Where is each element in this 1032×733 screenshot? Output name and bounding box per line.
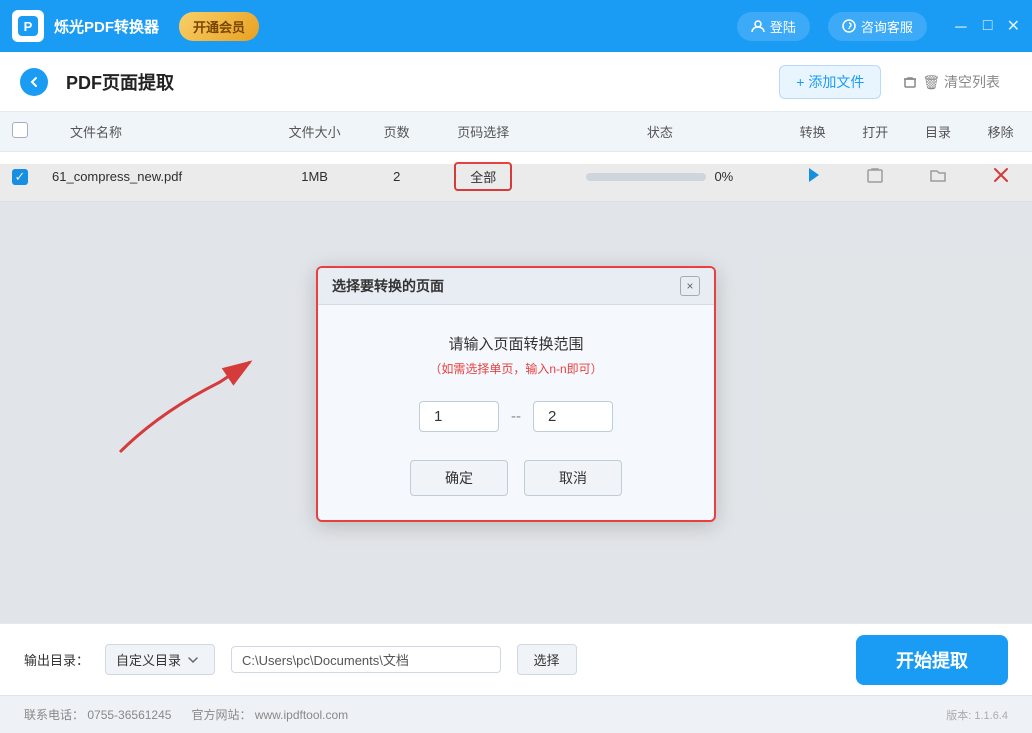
bottom-bar: 输出目录： 自定义目录 选择 开始提取	[0, 623, 1032, 695]
back-button[interactable]	[20, 68, 48, 96]
col-filename: 文件名称	[40, 112, 264, 152]
dialog-button-row: 确定 取消	[348, 460, 684, 496]
footer: 联系电话： 0755-36561245 官方网站： www.ipdftool.c…	[0, 695, 1032, 733]
start-button[interactable]: 开始提取	[856, 635, 1008, 685]
app-logo: P	[12, 10, 44, 42]
vip-button[interactable]: 开通会员	[179, 12, 259, 41]
output-label: 输出目录：	[24, 650, 89, 669]
dialog-overlay: 选择要转换的页面 × 请输入页面转换范围 （如需选择单页，输入n-n即可） --…	[0, 164, 1032, 623]
dialog-main-text: 请输入页面转换范围	[348, 333, 684, 354]
col-page-select: 页码选择	[428, 112, 538, 152]
col-convert: 转换	[781, 112, 844, 152]
dialog-title: 选择要转换的页面	[332, 276, 444, 296]
page-title: PDF页面提取	[66, 69, 174, 95]
dialog-cancel-button[interactable]: 取消	[524, 460, 622, 496]
toolbar: PDF页面提取 + 添加文件 🗑 清空列表	[0, 52, 1032, 112]
clear-list-button[interactable]: 🗑 清空列表	[891, 66, 1012, 98]
minimize-button[interactable]: －	[953, 14, 969, 38]
svg-text:P: P	[24, 19, 33, 34]
window-controls: － □ ✕	[953, 14, 1020, 38]
app-name: 烁光PDF转换器	[54, 16, 159, 37]
dir-select-dropdown[interactable]: 自定义目录	[105, 644, 215, 675]
dialog-body: 请输入页面转换范围 （如需选择单页，输入n-n即可） -- 确定 取消	[318, 305, 714, 520]
col-filesize: 文件大小	[264, 112, 365, 152]
version-badge: 版本: 1.1.6.4	[946, 707, 1008, 723]
dialog-close-button[interactable]: ×	[680, 276, 700, 296]
dialog-sub-text: （如需选择单页，输入n-n即可）	[348, 360, 684, 377]
page-range-dialog: 选择要转换的页面 × 请输入页面转换范围 （如需选择单页，输入n-n即可） --…	[316, 266, 716, 522]
range-end-input[interactable]	[533, 401, 613, 432]
dialog-range-row: --	[348, 401, 684, 432]
main-area: 文件名称 文件大小 页数 页码选择 状态 转换 打开 目录 移除 ✓ 61_co…	[0, 112, 1032, 623]
col-status: 状态	[538, 112, 781, 152]
select-all-checkbox[interactable]	[12, 122, 28, 138]
support-button[interactable]: 咨询客服	[828, 12, 927, 41]
select-dir-button[interactable]: 选择	[517, 644, 577, 675]
add-file-button[interactable]: + 添加文件	[779, 65, 881, 99]
range-separator: --	[511, 408, 521, 425]
col-pages: 页数	[365, 112, 428, 152]
maximize-button[interactable]: □	[983, 17, 993, 35]
dialog-confirm-button[interactable]: 确定	[410, 460, 508, 496]
dialog-titlebar: 选择要转换的页面 ×	[318, 268, 714, 305]
website-label: 官方网站： www.ipdftool.com	[191, 706, 348, 723]
range-start-input[interactable]	[419, 401, 499, 432]
close-button[interactable]: ✕	[1007, 16, 1020, 36]
col-dir: 目录	[907, 112, 970, 152]
login-button[interactable]: 登陆	[737, 12, 810, 41]
phone-label: 联系电话： 0755-36561245	[24, 706, 171, 723]
col-remove: 移除	[969, 112, 1032, 152]
col-open: 打开	[844, 112, 907, 152]
titlebar: P 烁光PDF转换器 开通会员 登陆 咨询客服 － □ ✕	[0, 0, 1032, 52]
dir-path-input[interactable]	[231, 646, 500, 673]
